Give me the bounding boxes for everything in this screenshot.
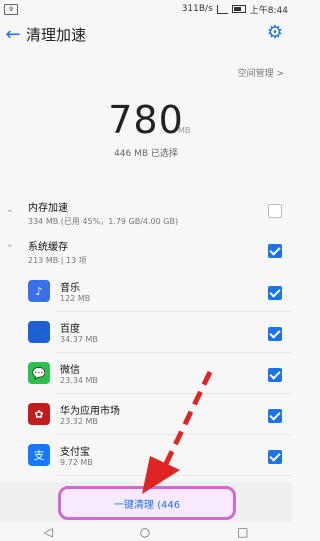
cache-checkbox[interactable]: [268, 244, 282, 258]
app-checkbox[interactable]: [268, 450, 282, 464]
battery-icon: [231, 5, 246, 13]
app-checkbox[interactable]: [268, 409, 282, 423]
status-left: 9: [0, 3, 18, 15]
cache-section[interactable]: ⌃ 系统缓存 213 MB | 13 项: [0, 236, 292, 268]
app-size: 9.72 MB: [60, 458, 93, 467]
divider: [56, 475, 292, 476]
app-name: 百度: [60, 324, 80, 335]
divider: [56, 434, 292, 435]
alipay-icon: 支: [28, 444, 50, 466]
network-speed: 311B/s: [181, 4, 213, 14]
selected-size-text: 446 MB 已选择: [114, 149, 178, 159]
app-size: 23.32 MB: [60, 417, 98, 426]
app-checkbox[interactable]: [268, 368, 282, 382]
list-item[interactable]: ✿ 华为应用市场 23.32 MB: [0, 395, 292, 435]
list-item[interactable]: 🐾 百度 34.37 MB: [0, 313, 292, 353]
status-bar: 9 311B/s 上午8:44: [0, 0, 292, 18]
app-checkbox[interactable]: [268, 327, 282, 341]
one-click-clean-button[interactable]: 一键清理 (446: [58, 486, 236, 520]
nav-recent-icon[interactable]: □: [237, 525, 248, 539]
space-management-link[interactable]: 空间管理 >: [238, 66, 284, 79]
app-size: 23.34 MB: [60, 376, 98, 385]
memory-checkbox[interactable]: [268, 204, 282, 218]
nav-home-icon[interactable]: ○: [140, 525, 150, 539]
app-size: 34.37 MB: [60, 335, 98, 344]
back-arrow-icon[interactable]: ←: [0, 24, 26, 45]
gear-icon[interactable]: ⚙: [266, 24, 284, 42]
app-name: 微信: [60, 365, 80, 376]
app-name: 音乐: [60, 283, 80, 294]
wechat-icon: 💬: [28, 362, 50, 384]
chevron-up-icon[interactable]: ⌃: [6, 244, 14, 254]
app-name: 华为应用市场: [60, 406, 120, 417]
app-name: 支付宝: [60, 447, 90, 458]
memory-section[interactable]: ⌄ 内存加速 334 MB (已用 45%，1.79 GB/4.00 GB): [0, 197, 292, 229]
memory-title: 内存加速: [28, 203, 68, 214]
list-item[interactable]: 💬 微信 23.34 MB: [0, 354, 292, 394]
status-time: 上午8:44: [249, 5, 288, 16]
divider: [56, 352, 292, 353]
cache-subtitle: 213 MB | 13 项: [28, 256, 87, 265]
cache-title: 系统缓存: [28, 242, 68, 253]
divider: [56, 311, 292, 312]
page-title: 清理加速: [26, 25, 87, 44]
chevron-down-icon[interactable]: ⌄: [6, 205, 14, 215]
list-item[interactable]: ♪ 音乐 122 MB: [0, 272, 292, 312]
divider: [56, 393, 292, 394]
notification-badge: 9: [4, 3, 18, 15]
huawei-icon: ✿: [28, 403, 50, 425]
total-size-unit: MB: [178, 126, 191, 135]
music-icon: ♪: [28, 280, 50, 302]
app-bar: ← 清理加速 ⚙: [0, 18, 292, 50]
navigation-bar: ◁ ○ □: [0, 522, 292, 541]
signal-icon: [216, 4, 228, 14]
memory-subtitle: 334 MB (已用 45%，1.79 GB/4.00 GB): [28, 217, 179, 226]
status-right: 311B/s 上午8:44: [182, 3, 292, 16]
nav-back-icon[interactable]: ◁: [43, 525, 52, 539]
list-item[interactable]: 支 支付宝 9.72 MB: [0, 436, 292, 476]
app-size: 122 MB: [60, 294, 91, 303]
app-checkbox[interactable]: [268, 286, 282, 300]
total-size-value: 780: [108, 98, 184, 142]
baidu-icon: 🐾: [28, 321, 50, 343]
